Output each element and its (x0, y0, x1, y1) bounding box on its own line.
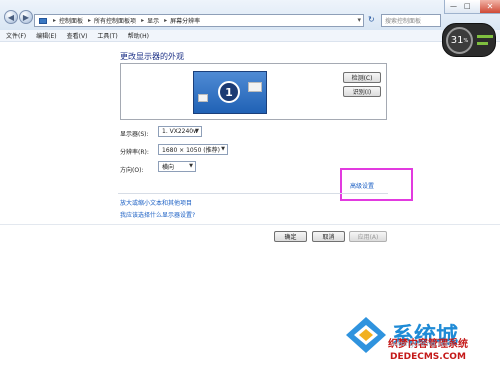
breadcrumb-all-items[interactable]: 所有控制面板项 (94, 16, 136, 25)
menu-view[interactable]: 查看(V) (67, 31, 88, 40)
gauge-unit: % (463, 37, 469, 44)
menu-bar: 文件(F) 编辑(E) 查看(V) 工具(T) 帮助(H) (0, 30, 500, 42)
breadcrumb-control-panel[interactable]: 控制面板 (59, 16, 83, 25)
menu-tools[interactable]: 工具(T) (97, 31, 117, 40)
watermark-logo-icon (346, 317, 386, 353)
chevron-down-icon: ▼ (195, 128, 199, 134)
orientation-label: 方向(O): (120, 167, 144, 174)
enlarge-text-link[interactable]: 放大或缩小文本和其他项目 (120, 198, 192, 207)
forward-icon: ▶ (22, 12, 30, 22)
identify-button[interactable]: 识别(I) (343, 86, 381, 97)
menu-help[interactable]: 帮助(H) (128, 31, 149, 40)
detect-button[interactable]: 检测(C) (343, 72, 381, 83)
monitor-window-icon (198, 94, 208, 102)
gauge-bar (477, 42, 488, 45)
navigation-bar: ◀ ▶ ▸ 控制面板 ▸ 所有控制面板项 ▸ 显示 ▸ 屏幕分辨率 ▾ ↻ 搜索… (0, 0, 500, 30)
display-label: 显示器(S): (120, 131, 149, 138)
search-input[interactable]: 搜索控制面板 (381, 14, 441, 27)
breadcrumb-separator: ▸ (88, 17, 92, 24)
window-controls: — □ ✕ (444, 0, 500, 14)
close-button[interactable]: ✕ (480, 0, 500, 13)
watermark-red-text-2: DEDECMS.COM (390, 352, 466, 362)
chevron-down-icon: ▼ (189, 163, 193, 169)
display-select[interactable]: 1. VX2240w ▼ (158, 126, 202, 137)
cpu-meter-gadget[interactable]: 31% (442, 23, 496, 57)
back-button[interactable]: ◀ (4, 10, 18, 24)
maximize-button[interactable]: □ (464, 2, 471, 10)
breadcrumb-separator: ▸ (164, 17, 168, 24)
gauge-dial: 31% (446, 27, 473, 54)
address-bar[interactable]: ▸ 控制面板 ▸ 所有控制面板项 ▸ 显示 ▸ 屏幕分辨率 ▾ (34, 14, 364, 27)
footer-divider (0, 224, 500, 225)
monitor-number: 1 (218, 81, 240, 103)
minimize-button[interactable]: — (450, 2, 457, 10)
menu-file[interactable]: 文件(F) (6, 31, 26, 40)
refresh-button[interactable]: ↻ (368, 15, 378, 26)
back-icon: ◀ (7, 12, 15, 22)
breadcrumb-screen-resolution[interactable]: 屏幕分辨率 (170, 16, 200, 25)
refresh-icon: ↻ (368, 15, 375, 24)
display-select-value: 1. VX2240w (162, 128, 199, 135)
advanced-settings-link[interactable]: 高级设置 (350, 181, 374, 190)
orientation-select-value: 横向 (162, 164, 175, 171)
breadcrumb-separator: ▸ (141, 17, 145, 24)
section-divider (118, 193, 388, 194)
cancel-button[interactable]: 取消 (312, 231, 345, 242)
page-title: 更改显示器的外观 (120, 52, 184, 61)
watermark-subtitle: xitongcheng.com (392, 340, 453, 348)
control-panel-icon (39, 17, 47, 24)
ok-button[interactable]: 确定 (274, 231, 307, 242)
menu-edit[interactable]: 编辑(E) (36, 31, 56, 40)
resolution-label: 分辨率(R): (120, 149, 149, 156)
monitor-window-icon (248, 82, 262, 92)
gauge-value: 31 (450, 35, 464, 46)
resolution-select[interactable]: 1680 × 1050 (推荐) ▼ (158, 144, 228, 155)
orientation-select[interactable]: 横向 ▼ (158, 161, 196, 172)
forward-button[interactable]: ▶ (19, 10, 33, 24)
breadcrumb-separator: ▸ (53, 17, 57, 24)
display-settings-help-link[interactable]: 我应该选择什么显示器设置? (120, 210, 195, 219)
chevron-down-icon: ▼ (221, 146, 225, 152)
apply-button[interactable]: 应用(A) (349, 231, 387, 242)
breadcrumb-display[interactable]: 显示 (147, 16, 159, 25)
gauge-bar (477, 35, 493, 38)
resolution-select-value: 1680 × 1050 (推荐) (162, 147, 220, 154)
address-dropdown-icon[interactable]: ▾ (357, 16, 361, 24)
